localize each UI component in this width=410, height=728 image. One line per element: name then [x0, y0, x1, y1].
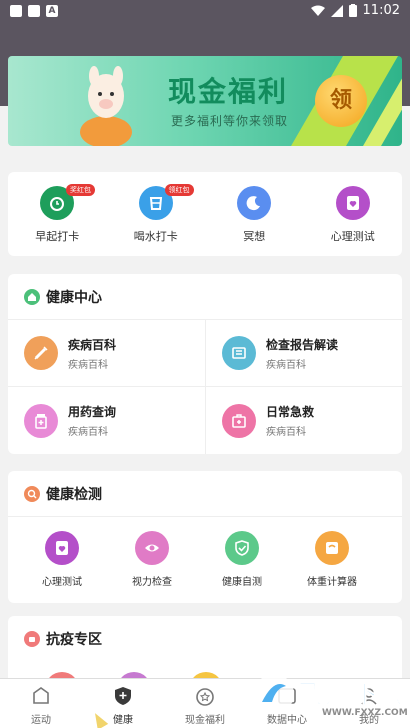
health-item-title: 日常急救: [266, 405, 315, 419]
quick-item-label: 喝水打卡: [133, 230, 178, 243]
moon-icon: [237, 186, 272, 220]
watermark-text: 飞翔下载: [297, 680, 407, 711]
detect-item-label: 体重计算器: [307, 577, 357, 588]
detect-item-label: 视力检查: [132, 577, 172, 588]
quick-item-label: 早起打卡: [35, 230, 80, 243]
notification-icon: [28, 5, 40, 17]
report-icon: [222, 336, 256, 370]
health-item-report[interactable]: 检查报告解读 疾病百科: [205, 320, 402, 387]
health-item-subtitle: 疾病百科: [68, 359, 108, 371]
medicine-bottle-icon: [24, 403, 58, 438]
first-aid-kit-icon: [222, 403, 256, 438]
wifi-icon: [310, 5, 325, 16]
detect-item-weight-calc[interactable]: 体重计算器: [296, 531, 368, 588]
running-shoe-icon: [33, 687, 49, 704]
search-health-icon: [24, 485, 40, 502]
detect-item-label: 心理测试: [42, 577, 82, 588]
shield-icon: [115, 687, 131, 705]
battery-icon: [348, 4, 357, 17]
watermark-url: WWW.FXXZ.COM: [322, 708, 408, 718]
tab-sport[interactable]: 运动: [0, 679, 82, 728]
notification-icon: [10, 5, 22, 17]
health-item-medicine[interactable]: 用药查询 疾病百科: [8, 387, 205, 454]
status-bar: A 11:02: [0, 0, 410, 24]
reward-badge: 领红包: [164, 184, 194, 196]
health-detect-card: 健康检测 心理测试 视力检查 健康自测 体重计算器: [8, 471, 402, 603]
detect-items-row: 心理测试 视力检查 健康自测 体重计算器: [8, 517, 402, 588]
promo-banner[interactable]: 现金福利 更多福利等你来领取 领: [8, 56, 402, 146]
quick-actions-card: 奖红包 早起打卡 领红包 喝水打卡 冥想 心理测试: [8, 172, 402, 256]
health-item-title: 疾病百科: [68, 337, 117, 352]
tab-label: 运动: [31, 715, 51, 726]
tab-label: 健康: [113, 715, 133, 726]
health-item-subtitle: 疾病百科: [266, 359, 306, 371]
cup-icon: [24, 631, 40, 647]
health-center-card: 健康中心 疾病百科 疾病百科 检查报告解读 疾病百科 用药查询 疾病百科 日常急救 疾病…: [8, 274, 402, 454]
section-header: 健康中心: [8, 274, 402, 320]
detect-item-eye-test[interactable]: 视力检查: [116, 531, 188, 588]
section-title: 健康检测: [46, 486, 102, 503]
status-system-icons: 11:02: [310, 3, 400, 18]
watermark: 飞翔下载 WWW.FXXZ.COM: [252, 668, 410, 728]
claim-coin-button[interactable]: 领: [315, 75, 367, 127]
watermark-logo-icon: [254, 674, 294, 714]
section-header: 健康检测: [8, 471, 402, 517]
status-notification-icons: A: [10, 5, 58, 17]
heart-card-icon: [45, 531, 79, 565]
health-item-disease-wiki[interactable]: 疾病百科 疾病百科: [8, 320, 205, 387]
section-title: 抗疫专区: [46, 632, 102, 648]
notification-letter-icon: A: [46, 5, 58, 17]
quick-item-label: 心理测试: [330, 230, 375, 243]
home-icon: [24, 288, 40, 305]
heart-card-icon: [335, 186, 370, 220]
alpaca-mascot-icon: [80, 66, 132, 146]
detect-item-self-test[interactable]: 健康自测: [206, 531, 278, 588]
banner-subtitle: 更多福利等你来领取: [171, 114, 289, 128]
quick-item-water-checkin[interactable]: 领红包 喝水打卡: [107, 172, 206, 256]
tab-label: 现金福利: [185, 715, 225, 726]
quick-item-meditation[interactable]: 冥想: [205, 172, 304, 256]
money-bag-icon: [196, 688, 214, 706]
reward-badge: 奖红包: [66, 184, 95, 196]
eye-icon: [135, 531, 169, 565]
shield-check-icon: [225, 531, 259, 565]
scale-icon: [315, 531, 349, 565]
signal-icon: [330, 4, 343, 17]
quick-item-label: 冥想: [243, 230, 266, 243]
quick-item-early-checkin[interactable]: 奖红包 早起打卡: [8, 172, 107, 256]
quick-item-psych-test[interactable]: 心理测试: [304, 172, 403, 256]
tab-cash-welfare[interactable]: 现金福利: [164, 679, 246, 728]
health-item-first-aid[interactable]: 日常急救 疾病百科: [205, 387, 402, 454]
detect-item-psych-test[interactable]: 心理测试: [26, 531, 98, 588]
health-item-title: 检查报告解读: [266, 337, 339, 352]
status-time: 11:02: [362, 3, 400, 18]
health-item-subtitle: 疾病百科: [68, 427, 108, 438]
detect-item-label: 健康自测: [222, 577, 262, 588]
section-title: 健康中心: [46, 289, 102, 306]
health-item-title: 用药查询: [68, 405, 117, 419]
health-grid: 疾病百科 疾病百科 检查报告解读 疾病百科 用药查询 疾病百科 日常急救 疾病百科: [8, 320, 402, 454]
banner-title: 现金福利: [168, 75, 289, 108]
health-item-subtitle: 疾病百科: [266, 427, 306, 438]
section-header: 抗疫专区: [8, 616, 402, 662]
syringe-icon: [24, 336, 58, 370]
